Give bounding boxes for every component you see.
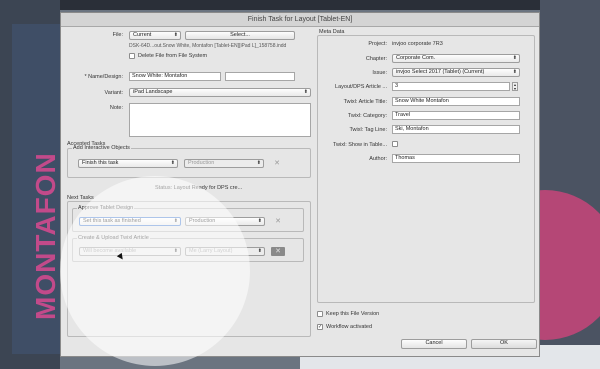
issue-value: invjoo Select 2017 (Tablet) (Current): [396, 69, 485, 75]
category-label: Twixl: Category:: [347, 113, 387, 119]
status-text: Status: Layout Ready for DPS cre...: [155, 185, 243, 191]
approve-role-value: Production: [189, 218, 216, 224]
keep-version-label: Keep this File Version: [326, 311, 380, 317]
layout-article-field[interactable]: 3: [392, 82, 510, 91]
accepted-tasks-group: Add Interactive Objects Finish this task…: [67, 145, 311, 178]
tagline-label: Twixl: Tag Line:: [349, 127, 387, 133]
variant-label: Variant:: [104, 90, 123, 96]
chevron-down-icon: ⬍: [173, 32, 178, 38]
select-file-button[interactable]: Select...: [185, 31, 295, 40]
background-title: MONTAFON: [30, 152, 61, 320]
workflow-label: Workflow activated: [326, 324, 373, 330]
chapter-select[interactable]: Corporate Com. ⬍: [392, 54, 520, 63]
author-field[interactable]: Thomas: [392, 154, 520, 163]
note-textarea[interactable]: [129, 103, 311, 137]
chevron-down-icon: ⬍: [257, 218, 262, 224]
project-value: invjoo corporate 7R3: [392, 41, 443, 47]
layout-article-stepper[interactable]: ▴ ▾: [512, 82, 518, 91]
dialog-title: Finish Task for Layout [Tablet-EN]: [61, 13, 539, 27]
approve-tablet-design-label: Approve Tablet Design: [77, 205, 135, 211]
variant-select[interactable]: iPad Landscape ⬍: [129, 88, 311, 97]
chapter-label: Chapter:: [365, 56, 387, 62]
chevron-down-icon: ⬍: [173, 248, 178, 254]
category-field[interactable]: Travel: [392, 111, 520, 120]
create-action-value: Will become available: [83, 248, 137, 254]
create-action-select[interactable]: Will become available ⬍: [79, 247, 181, 256]
chevron-down-icon: ⬍: [303, 89, 308, 95]
keep-version-checkbox[interactable]: [317, 311, 323, 317]
name-design-label: * Name/Design:: [84, 74, 123, 80]
article-title-field[interactable]: Snow White Montafon: [392, 97, 520, 106]
cancel-button[interactable]: Cancel: [401, 339, 467, 349]
menu-bar-strip: [0, 0, 600, 10]
issue-select[interactable]: invjoo Select 2017 (Tablet) (Current) ⬍: [392, 68, 520, 77]
ok-button[interactable]: OK: [471, 339, 537, 349]
remove-task-icon[interactable]: ✕: [270, 159, 284, 168]
approve-tablet-design-group: Approve Tablet Design Set this task as f…: [72, 205, 304, 232]
approve-action-value: Set this task as finished: [83, 218, 141, 224]
approve-role-select[interactable]: Production ⬍: [185, 217, 265, 226]
project-label: Project:: [368, 41, 387, 47]
finish-task-dialog: Finish Task for Layout [Tablet-EN] File:…: [60, 12, 540, 357]
accepted-task-role-value: Production: [188, 160, 215, 166]
chevron-down-icon: ⬍: [170, 160, 175, 166]
note-label: Note:: [109, 105, 123, 111]
file-label: File:: [112, 32, 123, 38]
accepted-task-action-select[interactable]: Finish this task ⬍: [78, 159, 178, 168]
remove-approve-task-icon[interactable]: ✕: [271, 217, 285, 226]
chevron-down-icon: ⬍: [512, 69, 517, 75]
next-tasks-group: Approve Tablet Design Set this task as f…: [67, 201, 311, 337]
tagline-field[interactable]: Ski, Montafon: [392, 125, 520, 134]
delete-file-checkbox[interactable]: [129, 53, 135, 59]
file-select-value: Current: [133, 32, 152, 38]
chapter-value: Corporate Com.: [396, 55, 436, 61]
name-design-secondary-field[interactable]: [225, 72, 295, 81]
delete-file-label: Delete File from File System: [138, 53, 208, 59]
chevron-down-icon: ⬍: [257, 248, 262, 254]
file-path: DSK-64D...out.Snow White, Montafon [Tabl…: [129, 43, 287, 49]
issue-label: Issue:: [372, 70, 387, 76]
name-design-field[interactable]: Snow White: Montafon: [129, 72, 221, 81]
create-upload-label: Create & Upload Twixl Article: [77, 235, 150, 241]
chevron-down-icon: ⬍: [512, 55, 517, 61]
add-interactive-objects-label: Add Interactive Objects: [72, 145, 131, 151]
chevron-down-icon: ⬍: [173, 218, 178, 224]
create-upload-group: Create & Upload Twixl Article Will becom…: [72, 235, 304, 262]
create-role-select[interactable]: Me (Larry Layout) ⬍: [185, 247, 265, 256]
approve-action-select[interactable]: Set this task as finished ⬍: [79, 217, 181, 226]
workflow-checkbox[interactable]: ✓: [317, 324, 323, 330]
article-title-label: Twixl: Article Title:: [343, 99, 387, 105]
show-table-checkbox[interactable]: [392, 141, 398, 147]
chevron-down-icon: ⬍: [256, 160, 261, 166]
accepted-task-action-value: Finish this task: [82, 160, 119, 166]
show-table-label: Twixl: Show in Table...: [332, 142, 387, 148]
variant-select-value: iPad Landscape: [133, 89, 173, 95]
file-select[interactable]: Current ⬍: [129, 31, 181, 40]
accepted-task-role-select[interactable]: Production ⬍: [184, 159, 264, 168]
remove-create-task-icon[interactable]: ✕: [271, 247, 285, 256]
create-role-value: Me (Larry Layout): [189, 248, 233, 254]
layout-article-label: Layout/DPS Article ...: [335, 84, 387, 90]
author-label: Author:: [369, 156, 387, 162]
